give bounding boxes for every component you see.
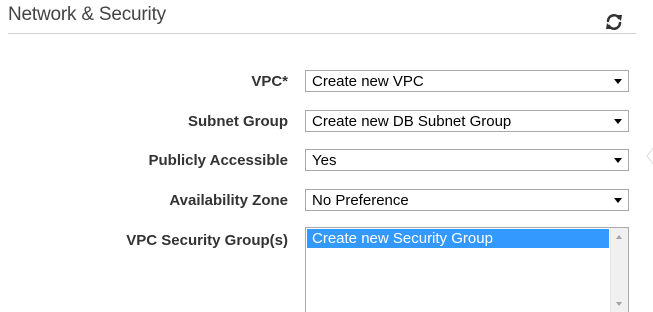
availability-zone-select-value: No Preference — [312, 192, 409, 209]
vpc-select[interactable]: Create new VPC — [305, 70, 629, 92]
availability-zone-select[interactable]: No Preference — [305, 189, 629, 211]
chevron-down-icon — [614, 119, 622, 124]
section-divider — [8, 33, 636, 34]
vpc-security-groups-label: VPC Security Group(s) — [126, 232, 288, 249]
section-title: Network & Security — [8, 4, 166, 25]
vpc-label: VPC* — [251, 73, 288, 90]
subnet-group-row: Subnet Group Create new DB Subnet Group — [0, 110, 653, 134]
refresh-icon[interactable] — [603, 11, 625, 33]
vpc-security-groups-listbox[interactable]: Create new Security Group — [305, 227, 629, 312]
scroll-up-arrow-icon[interactable] — [616, 235, 622, 239]
scroll-down-arrow-icon[interactable] — [616, 302, 622, 306]
list-option-selected[interactable]: Create new Security Group — [307, 229, 609, 248]
publicly-accessible-select[interactable]: Yes — [305, 149, 629, 171]
subnet-group-select-value: Create new DB Subnet Group — [312, 113, 512, 130]
chevron-down-icon — [614, 158, 622, 163]
publicly-accessible-select-value: Yes — [312, 152, 337, 169]
publicly-accessible-label: Publicly Accessible — [148, 152, 288, 169]
availability-zone-row: Availability Zone No Preference — [0, 189, 653, 213]
network-security-panel: Network & Security VPC* Create new VPC S… — [0, 0, 653, 312]
vpc-row: VPC* Create new VPC — [0, 70, 653, 94]
publicly-accessible-row: Publicly Accessible Yes — [0, 149, 653, 173]
subnet-group-label: Subnet Group — [188, 113, 288, 130]
chevron-down-icon — [614, 198, 622, 203]
chevron-down-icon — [614, 79, 622, 84]
chevron-left-icon — [646, 147, 653, 165]
listbox-scrollbar[interactable] — [610, 228, 628, 312]
availability-zone-label: Availability Zone — [169, 192, 288, 209]
vpc-select-value: Create new VPC — [312, 73, 424, 90]
subnet-group-select[interactable]: Create new DB Subnet Group — [305, 110, 629, 132]
